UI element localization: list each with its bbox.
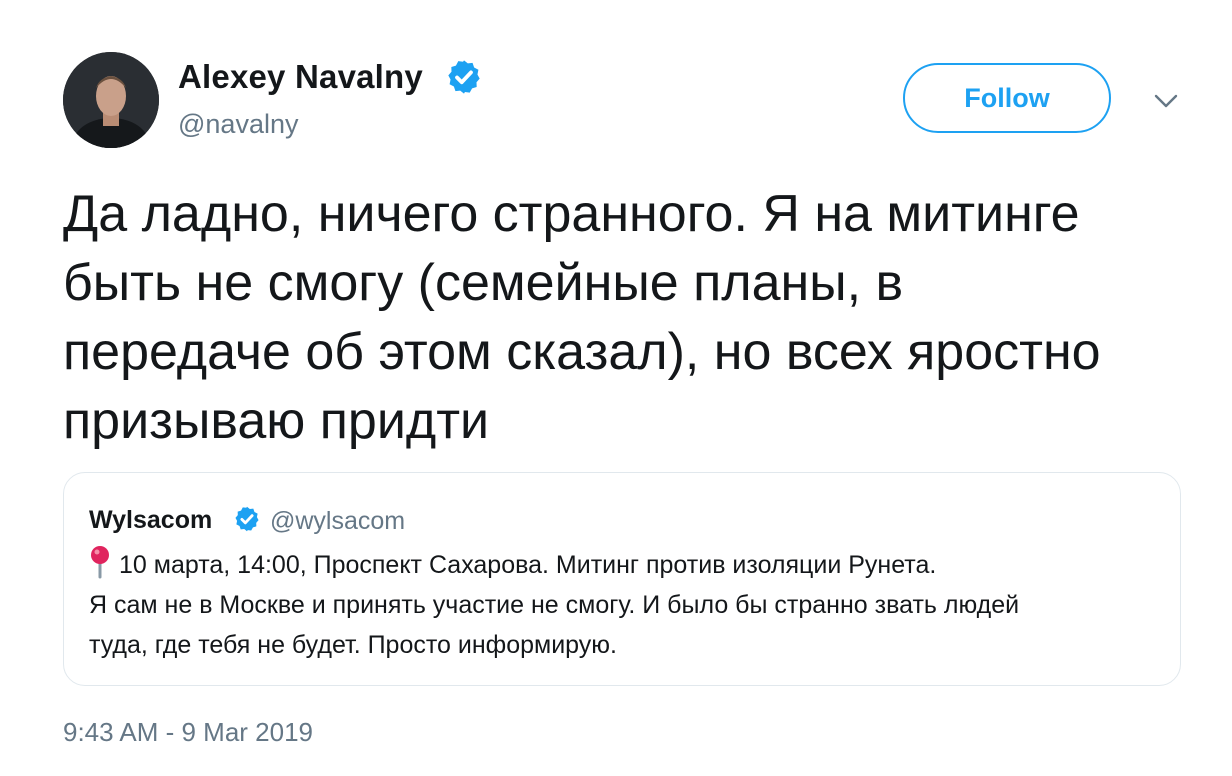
- tweet-text-line: быть не смогу (семейные планы, в: [63, 254, 904, 312]
- quoted-tweet-text: 10 марта, 14:00, Проспект Сахарова. Мити…: [89, 545, 1159, 665]
- tweet-text-line: передаче об этом сказал), но всех яростн…: [63, 323, 1101, 381]
- follow-button[interactable]: Follow: [903, 63, 1111, 133]
- round-pushpin-icon: [91, 546, 109, 579]
- author-handle[interactable]: @navalny: [178, 109, 298, 140]
- quoted-tweet-line: Я сам не в Москве и принять участие не с…: [89, 591, 1020, 619]
- quoted-tweet-line-text: 10 марта, 14:00, Проспект Сахарова. Мити…: [119, 551, 937, 579]
- quoted-author-handle: @wylsacom: [270, 507, 406, 535]
- verified-badge-icon: [235, 506, 259, 532]
- avatar[interactable]: [63, 52, 159, 148]
- tweet-text: Да ладно, ничего странного. Я на митинге…: [63, 180, 1203, 456]
- avatar-photo: [63, 52, 159, 148]
- quoted-tweet-line: туда, где тебя не будет. Просто информир…: [89, 631, 618, 659]
- tweet-text-line: призываю придти: [63, 392, 490, 450]
- quoted-tweet-card[interactable]: Wylsacom @wylsacom 10 марта, 14:00, Прос…: [63, 472, 1181, 686]
- tweet-timestamp[interactable]: 9:43 AM - 9 Mar 2019: [63, 717, 313, 748]
- author-display-name[interactable]: Alexey Navalny: [178, 58, 423, 96]
- verified-badge-icon: [448, 60, 480, 94]
- chevron-down-icon[interactable]: [1154, 93, 1178, 109]
- tweet-text-line: Да ладно, ничего странного. Я на митинге: [63, 185, 1080, 243]
- quoted-author-name: Wylsacom: [89, 506, 213, 534]
- quoted-tweet-line: 10 марта, 14:00, Проспект Сахарова. Мити…: [89, 545, 1159, 585]
